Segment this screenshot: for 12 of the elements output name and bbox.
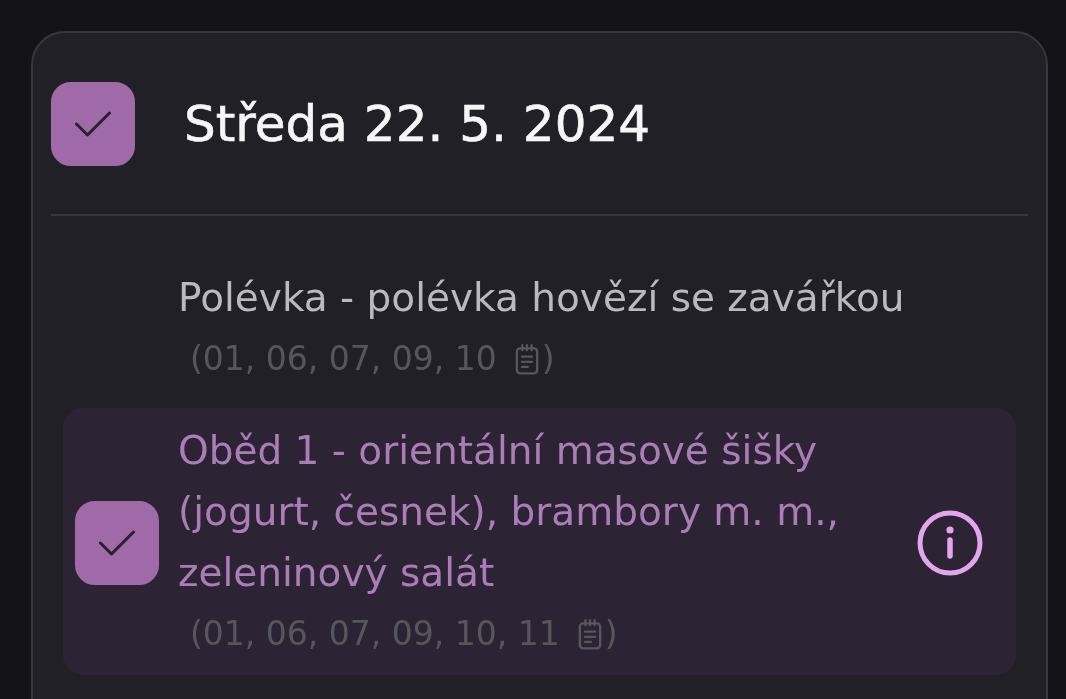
- check-icon: [75, 111, 111, 137]
- meal-name: Polévka - polévka hovězí se zavářkou: [178, 274, 906, 322]
- allergen-codes-end: ): [604, 613, 618, 655]
- allergen-codes-end: ): [541, 338, 555, 380]
- info-icon[interactable]: [917, 509, 983, 576]
- day-checkbox[interactable]: [51, 82, 135, 166]
- check-icon: [99, 529, 135, 556]
- meal-name: Oběd 1 - orientální masové šišky (jogurt, česnek), brambory m. m., zeleninový salát: [178, 427, 840, 597]
- notepad-icon: [514, 342, 539, 376]
- meal-checkbox[interactable]: [75, 500, 159, 585]
- notepad-icon: [577, 617, 602, 651]
- day-title: Středa 22. 5. 2024: [184, 94, 651, 154]
